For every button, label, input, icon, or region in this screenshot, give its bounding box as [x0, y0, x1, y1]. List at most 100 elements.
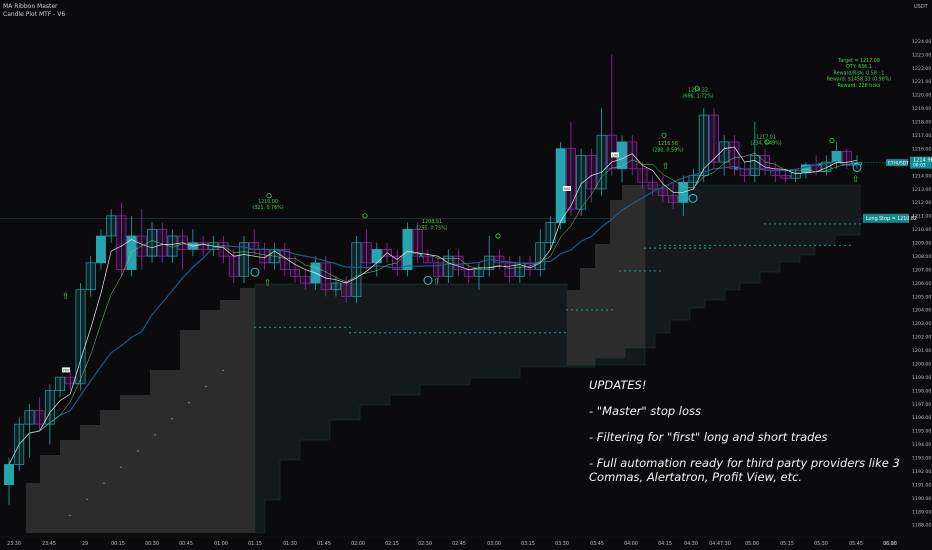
stop-dot [439, 332, 441, 334]
long-signal-arrow: ⇧ [662, 162, 670, 172]
trade-annotation: 1216.56 [658, 141, 678, 147]
stop-dot [804, 223, 806, 225]
stop-dot [284, 326, 286, 329]
stop-dot [644, 270, 646, 272]
stop-dot [319, 326, 321, 329]
price-tick: 1203.00 [912, 321, 931, 327]
candle-body [4, 464, 14, 485]
stop-dot [794, 244, 796, 247]
stop-dot [524, 332, 526, 334]
candle-body [34, 410, 45, 425]
stop-dot [611, 309, 613, 311]
candle-body [565, 148, 576, 210]
stop-dot [289, 326, 291, 329]
candle-body [106, 215, 117, 237]
price-tick: 1201.00 [912, 348, 931, 354]
stop-dot [369, 332, 371, 334]
candle-body [218, 242, 229, 257]
stop-dot [364, 332, 366, 334]
stop-dot [844, 223, 846, 225]
stop-dot [849, 223, 851, 225]
candle-body [709, 114, 719, 163]
long-stop-text: Long Stop = 1210.82 [866, 216, 917, 222]
marker-tag-label: 700 [63, 368, 71, 372]
candle-body [474, 269, 484, 277]
stop-dot [784, 244, 786, 247]
stop-dot [534, 332, 536, 334]
candle-body [576, 155, 587, 210]
stop-dot [294, 326, 296, 329]
stop-dot [704, 244, 706, 247]
trail-dot [86, 498, 88, 501]
stop-dot [784, 223, 786, 225]
candle-body [555, 148, 566, 223]
stop-dot [571, 309, 573, 311]
stop-dot [669, 244, 671, 247]
candle-body [657, 188, 668, 197]
stop-dot [299, 326, 301, 329]
stop-dot [644, 247, 646, 249]
stop-dot [384, 332, 386, 334]
stop-dot [309, 326, 311, 329]
trail-dot [103, 482, 105, 484]
trail-dot [222, 369, 224, 371]
stop-dot [596, 309, 598, 311]
stop-dot [394, 332, 396, 334]
stop-dot [359, 332, 361, 334]
candle-body [504, 262, 515, 277]
stop-dot [769, 223, 771, 225]
stop-dot [509, 332, 511, 334]
candle-body [341, 282, 352, 297]
price-tick: 1206.00 [912, 281, 931, 287]
stop-dot [699, 244, 701, 247]
stop-dot [764, 223, 766, 225]
candle-body [688, 175, 699, 183]
time-tick: 04:47:30 [709, 541, 731, 547]
candle-body [422, 255, 433, 264]
trade-annotation: 1210.00 [258, 199, 278, 205]
stop-dot [619, 270, 621, 272]
time-tick: 04:30 [684, 541, 698, 547]
time-tick: 06:15 [883, 541, 897, 547]
bar-countdown: 00:03 [913, 163, 926, 169]
trade-annotation: (280, 0.59%) [652, 147, 683, 153]
stop-dot [844, 244, 846, 247]
candle-body [606, 134, 617, 170]
candle-body [300, 275, 311, 284]
candle-body [770, 168, 781, 176]
trail-dot [154, 434, 156, 436]
stop-dot [459, 332, 461, 334]
stop-dot [664, 247, 666, 249]
price-tick: 1214.00 [912, 173, 931, 179]
stop-dot [339, 326, 341, 329]
time-tick: 01:30 [283, 541, 297, 547]
stop-dot [404, 332, 406, 334]
stop-dot [314, 326, 316, 329]
stop-dot [354, 332, 356, 334]
stop-dot [539, 332, 541, 334]
price-tick: 1219.00 [912, 106, 931, 112]
stop-dot [689, 244, 691, 247]
stop-dot [694, 244, 696, 247]
candle-body [85, 262, 96, 291]
stop-dot [774, 244, 776, 247]
note-item: - "Master" stop loss [589, 404, 702, 418]
stop-dot [699, 247, 701, 249]
time-tick: 01:15 [248, 541, 262, 547]
stop-dot [749, 244, 751, 247]
stop-dot [489, 332, 491, 334]
stop-dot [774, 223, 776, 225]
candle-body [44, 390, 55, 425]
stop-dot [789, 244, 791, 247]
stop-dot [724, 244, 726, 247]
stop-dot [649, 270, 651, 272]
time-tick: 03:15 [521, 541, 535, 547]
stop-dot [829, 244, 831, 247]
candle-body [637, 168, 648, 183]
stop-dot [329, 326, 331, 329]
stop-dot [799, 244, 801, 247]
stop-dot [449, 332, 451, 334]
stop-dot [659, 247, 661, 249]
price-tick: 1202.00 [912, 335, 931, 341]
price-tick: 1189.00 [912, 509, 931, 515]
